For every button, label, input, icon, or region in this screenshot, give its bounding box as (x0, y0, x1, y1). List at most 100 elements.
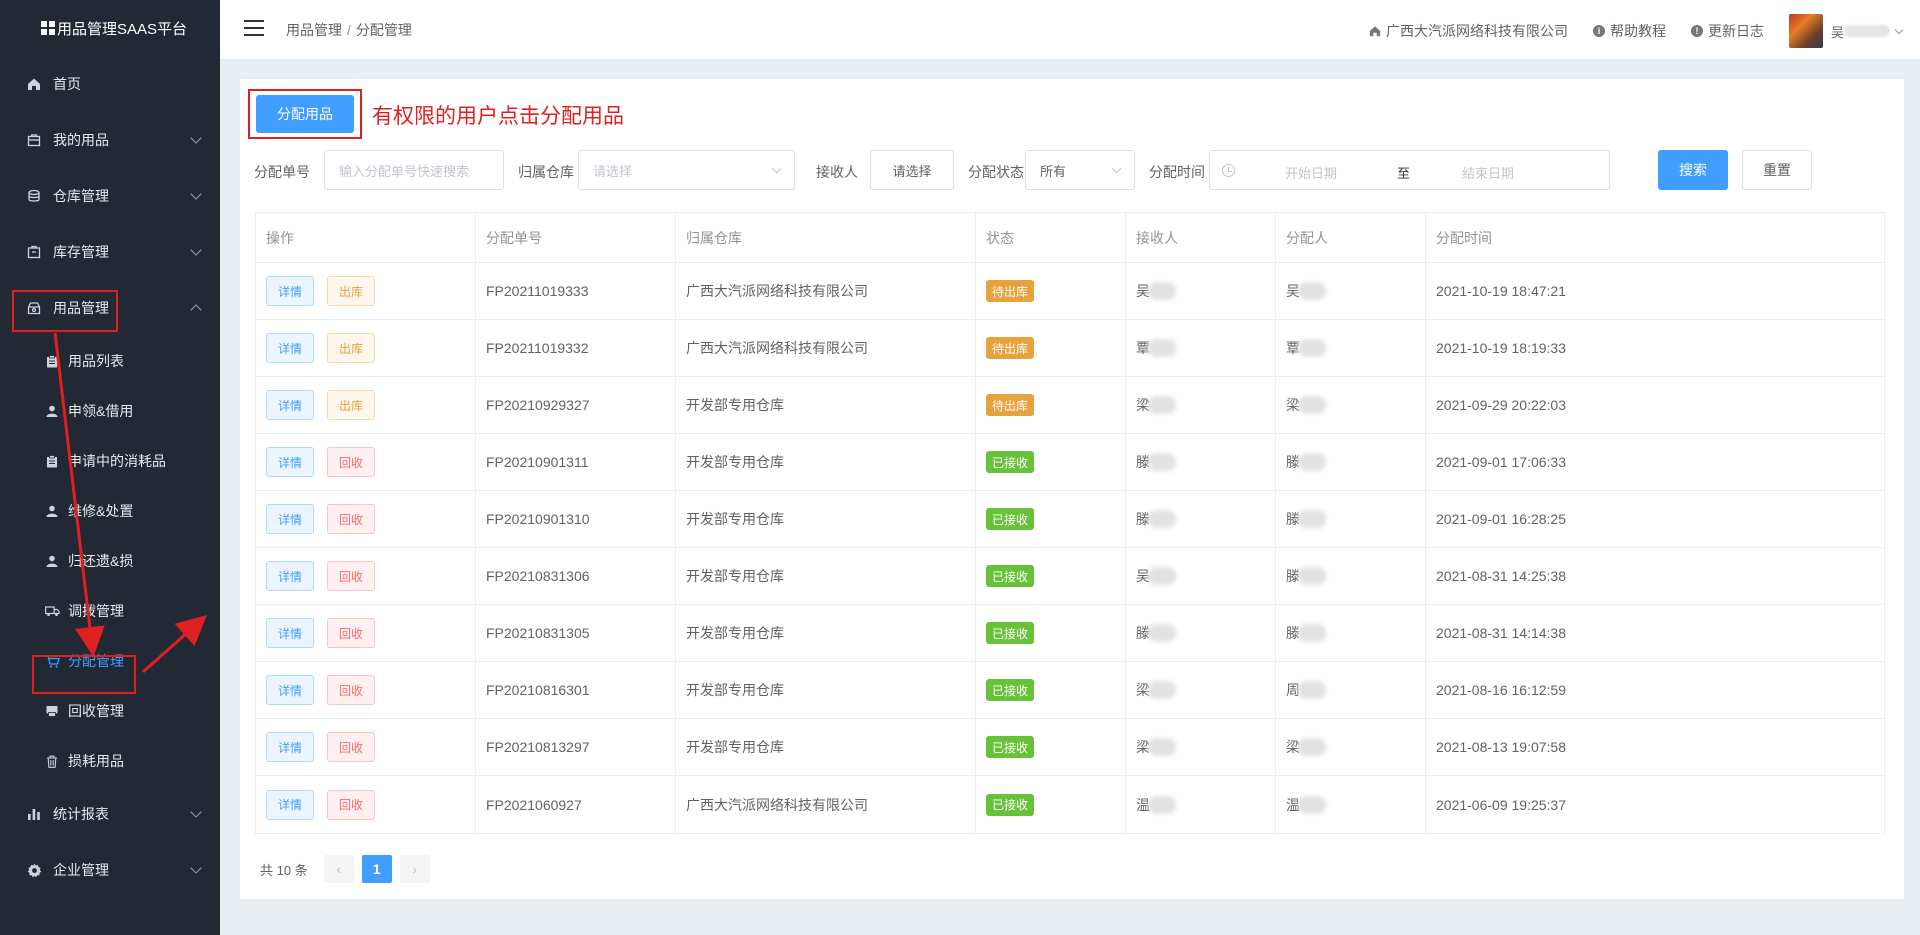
detail-button[interactable]: 详情 (266, 504, 315, 534)
cell-assign-no: FP20211019332 (476, 320, 676, 376)
status-select[interactable]: 所有 (1025, 150, 1135, 190)
sidebar-subitem-label: 分配管理 (68, 653, 124, 669)
outbound-button[interactable]: 出库 (327, 390, 376, 420)
clock-icon (1222, 164, 1235, 177)
cell-assign-no: FP20210901310 (476, 491, 676, 547)
company-link[interactable]: 广西大汽派网络科技有限公司 (1369, 21, 1568, 41)
breadcrumb: 用品管理 / 分配管理 (286, 20, 412, 40)
blurred-text (1298, 282, 1326, 300)
warehouse-select[interactable]: 请选择 (578, 150, 795, 190)
avatar[interactable] (1788, 14, 1823, 48)
sidebar-subitem-label: 回收管理 (68, 703, 124, 719)
cell-assigner: 滕 (1276, 491, 1426, 547)
assign-supplies-button[interactable]: 分配用品 (256, 95, 354, 133)
prev-page-button[interactable]: ‹ (323, 855, 354, 883)
cell-assigner: 覃 (1276, 320, 1426, 376)
recycle-button[interactable]: 回收 (327, 447, 376, 477)
table-row: 详情 出库 FP20210929327 开发部专用仓库 待出库梁梁 2021-09-29 … (256, 377, 1884, 434)
blurred-text (1148, 624, 1176, 642)
sidebar-subitem-return-loss[interactable]: 归还遗&损 (0, 536, 220, 586)
grid-logo-icon (41, 21, 55, 35)
user-name[interactable]: 吴 (1831, 22, 1844, 41)
truck-icon (44, 603, 60, 619)
assignment-table: 操作 分配单号 归属仓库 状态 接收人 分配人 分配时间 详情 出库 FP20211… (255, 212, 1885, 834)
printer-icon (44, 703, 60, 719)
detail-button[interactable]: 详情 (266, 561, 315, 591)
sidebar-subitem-recycle[interactable]: 回收管理 (0, 686, 220, 736)
detail-button[interactable]: 详情 (266, 447, 315, 477)
detail-button[interactable]: 详情 (266, 333, 315, 363)
cell-warehouse: 开发部专用仓库 (676, 662, 976, 718)
reset-button[interactable]: 重置 (1742, 150, 1812, 190)
sidebar-subitem-repair-disposal[interactable]: 维修&处置 (0, 486, 220, 536)
breadcrumb-item[interactable]: 用品管理 (286, 22, 342, 38)
cell-assign-no: FP2021060927 (476, 776, 676, 833)
sidebar-item-my-supplies[interactable]: 我的用品 (0, 112, 220, 168)
sidebar-item-warehouse[interactable]: 仓库管理 (0, 168, 220, 224)
package-icon (25, 299, 43, 317)
detail-button[interactable]: 详情 (266, 789, 315, 820)
recycle-button[interactable]: 回收 (327, 789, 376, 820)
status-badge: 已接收 (986, 679, 1035, 701)
chevron-down-icon[interactable] (1894, 25, 1904, 34)
changelog-link[interactable]: ! 更新日志 (1690, 21, 1764, 41)
recycle-button[interactable]: 回收 (327, 504, 376, 534)
receiver-select-button[interactable]: 请选择 (870, 150, 954, 190)
sidebar-subitem-transfer[interactable]: 调拨管理 (0, 586, 220, 636)
outbound-button[interactable]: 出库 (327, 333, 376, 363)
detail-button[interactable]: 详情 (266, 276, 315, 306)
cell-assign-no: FP20210813297 (476, 719, 676, 775)
help-link[interactable]: i 帮助教程 (1592, 21, 1666, 41)
date-start-input[interactable]: 开始日期 (1285, 163, 1337, 182)
sidebar-item-reports[interactable]: 统计报表 (0, 786, 220, 842)
cell-assign-no: FP20210831306 (476, 548, 676, 604)
sidebar-subitem-apply-borrow[interactable]: 申领&借用 (0, 386, 220, 436)
detail-button[interactable]: 详情 (266, 675, 315, 705)
sidebar-item-inventory[interactable]: 库存管理 (0, 224, 220, 280)
cell-actions: 详情 出库 (256, 377, 476, 433)
cell-assigner: 吴 (1276, 263, 1426, 319)
sidebar-subitem-pending-consumables[interactable]: 申请中的消耗品 (0, 436, 220, 486)
date-end-input[interactable]: 结束日期 (1462, 163, 1514, 182)
sidebar-subitem-supply-list[interactable]: 用品列表 (0, 336, 220, 386)
help-label: 帮助教程 (1609, 23, 1666, 39)
recycle-button[interactable]: 回收 (327, 732, 376, 762)
cell-time: 2021-09-01 16:28:25 (1436, 511, 1566, 527)
date-range-picker[interactable]: 开始日期 至 结束日期 (1209, 150, 1610, 190)
user-icon (44, 553, 60, 569)
clipboard-icon (44, 453, 60, 469)
blurred-text (1148, 282, 1176, 300)
sidebar-subitem-label: 申领&借用 (68, 403, 134, 419)
page-number-button[interactable]: 1 (361, 855, 392, 883)
filter-bar: 分配单号 输入分配单号快速搜索 归属仓库 请选择 接收人 请选择 分配状态 所有… (254, 150, 1874, 190)
sidebar-subitem-assignment[interactable]: 分配管理 (0, 636, 220, 686)
detail-button[interactable]: 详情 (266, 618, 315, 648)
cell-time: 2021-10-19 18:47:21 (1436, 283, 1566, 299)
column-header: 分配人 (1276, 213, 1426, 262)
collapse-menu-icon[interactable] (244, 20, 264, 36)
recycle-button[interactable]: 回收 (327, 561, 376, 591)
cell-status: 已接收 (976, 662, 1126, 718)
table-row: 详情 回收 FP20210816301 开发部专用仓库 已接收梁周 2021-08-16 … (256, 662, 1884, 719)
sidebar-item-label: 我的用品 (53, 132, 109, 148)
sidebar-item-supplies[interactable]: 用品管理 (0, 280, 220, 336)
sidebar-subitem-label: 调拨管理 (68, 603, 124, 619)
next-page-button[interactable]: › (399, 855, 430, 883)
user-icon (44, 403, 60, 419)
cell-time: 2021-08-13 19:07:58 (1436, 739, 1566, 755)
search-button[interactable]: 搜索 (1658, 150, 1728, 190)
sidebar-subitem-lost-supplies[interactable]: 损耗用品 (0, 736, 220, 786)
assign-no-input[interactable]: 输入分配单号快速搜索 (324, 150, 504, 190)
cell-receiver: 滕 (1126, 605, 1276, 661)
breadcrumb-separator: / (347, 22, 351, 38)
outbound-button[interactable]: 出库 (327, 276, 376, 306)
gear-icon (25, 861, 43, 879)
detail-button[interactable]: 详情 (266, 390, 315, 420)
sidebar-item-enterprise[interactable]: 企业管理 (0, 842, 220, 898)
recycle-button[interactable]: 回收 (327, 675, 376, 705)
sidebar-subitem-label: 损耗用品 (68, 753, 124, 769)
cell-time: 2021-10-19 18:19:33 (1436, 340, 1566, 356)
detail-button[interactable]: 详情 (266, 732, 315, 762)
sidebar-item-home[interactable]: 首页 (0, 56, 220, 112)
recycle-button[interactable]: 回收 (327, 618, 376, 648)
